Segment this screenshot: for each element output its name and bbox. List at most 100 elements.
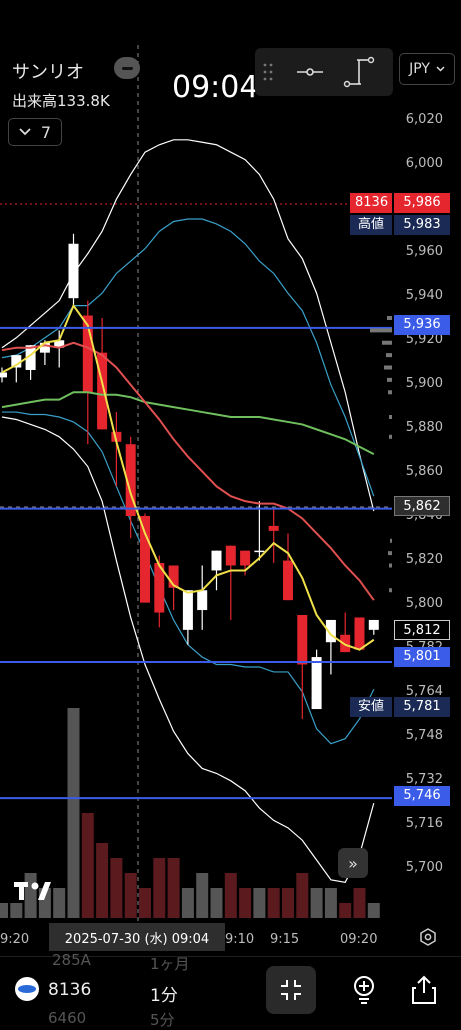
x-tick-0: 9:20: [0, 932, 30, 947]
minus-icon: [121, 66, 133, 70]
volume-bar: [153, 858, 166, 918]
low-label-tag: 安値: [350, 697, 392, 717]
high-price-tag: 5,983: [394, 215, 450, 235]
volume-profile-bar: [389, 588, 392, 593]
candle-body: [268, 525, 279, 531]
price-chart[interactable]: [0, 0, 461, 956]
volume-profile-bar: [386, 353, 392, 358]
candle-body: [311, 657, 322, 710]
y-tick: 5,880: [405, 420, 443, 435]
volume-bar: [0, 903, 8, 918]
volume-profile-bar: [384, 365, 392, 370]
volume-profile-bar: [390, 538, 392, 543]
volume-profile-bar: [389, 415, 392, 419]
x-tick-2: 9:15: [270, 932, 300, 947]
tradingview-logo-icon: [14, 882, 51, 900]
share-icon[interactable]: [410, 975, 438, 1005]
candle-body: [211, 550, 222, 571]
candle-body: [68, 243, 79, 299]
high-label-tag: 高値: [350, 215, 392, 235]
bb-upper-inner-line: [1, 218, 375, 497]
y-tick: 5,860: [405, 464, 443, 479]
volume-profile-bar: [388, 390, 392, 395]
volume-profile-bar: [387, 377, 392, 382]
current-price-tag: 5,812: [394, 620, 450, 640]
crosshair-price-tag: 5,862: [394, 496, 450, 516]
line3-price-tag: 5,746: [394, 786, 450, 806]
volume-bar: [124, 873, 137, 918]
current-time: 09:04: [172, 70, 259, 105]
volume-bar: [367, 903, 380, 918]
volume-bar: [10, 903, 23, 918]
y-tick: 5,748: [405, 728, 443, 743]
horizontal-line-tool-icon[interactable]: [295, 60, 325, 84]
ma-mid-line: [1, 341, 375, 601]
add-indicator-icon[interactable]: [350, 975, 378, 1005]
measure-tool-icon[interactable]: [343, 56, 375, 88]
currency-value: JPY: [409, 61, 430, 77]
indicator-count: 7: [40, 122, 52, 142]
volume-profile-bar: [382, 340, 392, 345]
company-name: サンリオ: [12, 62, 84, 83]
crosshair-date-label: 2025-07-30 (水) 09:04: [49, 923, 225, 951]
volume-bar: [81, 813, 94, 918]
volume-profile-bar: [387, 316, 392, 320]
x-tick-3: 09:20: [340, 932, 378, 947]
candle-body: [297, 615, 308, 665]
candle-body: [225, 545, 236, 566]
candle-body: [240, 550, 251, 566]
y-tick: 6,020: [405, 112, 443, 127]
y-tick: 5,732: [405, 772, 443, 787]
volume-bar: [310, 888, 323, 918]
volume-bar: [239, 888, 252, 918]
candle-body: [283, 560, 293, 601]
last-code-tag: 8136: [350, 193, 392, 213]
y-tick: 5,820: [405, 552, 443, 567]
x-tick-1: 9:10: [225, 932, 255, 947]
settings-gear-icon[interactable]: [419, 928, 437, 946]
volume-bar: [282, 888, 294, 918]
volume-bar: [96, 843, 109, 918]
candle-body: [140, 516, 150, 603]
volume-bar: [253, 888, 266, 918]
scroll-to-latest-button[interactable]: »: [338, 848, 368, 878]
candle-body: [354, 617, 365, 650]
candle-body: [97, 352, 108, 430]
candle-body: [197, 590, 208, 611]
last-price-tag: 5,986: [394, 193, 450, 213]
exit-fullscreen-button[interactable]: [266, 966, 316, 1014]
interval-select[interactable]: 1分: [150, 981, 178, 1006]
indicator-toggle-button[interactable]: 7: [8, 118, 62, 146]
y-tick: 5,700: [405, 860, 443, 875]
volume-bar: [53, 888, 66, 918]
volume-bar: [167, 858, 180, 918]
candle-body: [254, 550, 265, 553]
volume-bar: [296, 873, 309, 918]
y-tick: 5,800: [405, 596, 443, 611]
symbol-code[interactable]: 8136: [48, 980, 91, 1000]
volume-profile-bar: [370, 328, 392, 333]
volume-bar: [339, 903, 352, 918]
candle-body: [182, 590, 193, 630]
bb-lower-outer-line: [1, 416, 375, 883]
y-tick: 5,716: [405, 816, 443, 831]
currency-select[interactable]: JPY: [399, 53, 455, 85]
collapse-legend-button[interactable]: [114, 57, 140, 79]
chevron-down-icon: [436, 66, 445, 72]
drag-handle-icon[interactable]: [263, 62, 273, 82]
volume-label: 出来高133.8K: [12, 92, 110, 110]
y-tick: 5,940: [405, 288, 443, 303]
volume-bar: [196, 873, 209, 918]
volume-bar: [353, 888, 366, 918]
volume-bar: [267, 888, 280, 918]
chevron-down-icon: [19, 128, 31, 136]
ghost-symbol-above: 285A: [52, 951, 91, 969]
volume-bar: [139, 888, 151, 918]
line1-price-tag: 5,936: [394, 315, 450, 335]
line2-price-tag: 5,801: [394, 647, 450, 667]
volume-bar: [181, 888, 194, 918]
volume-bar: [67, 708, 80, 918]
ghost-interval-below: 5分: [150, 1011, 175, 1029]
volume-bar: [224, 873, 237, 918]
ma-long-line: [1, 391, 375, 456]
